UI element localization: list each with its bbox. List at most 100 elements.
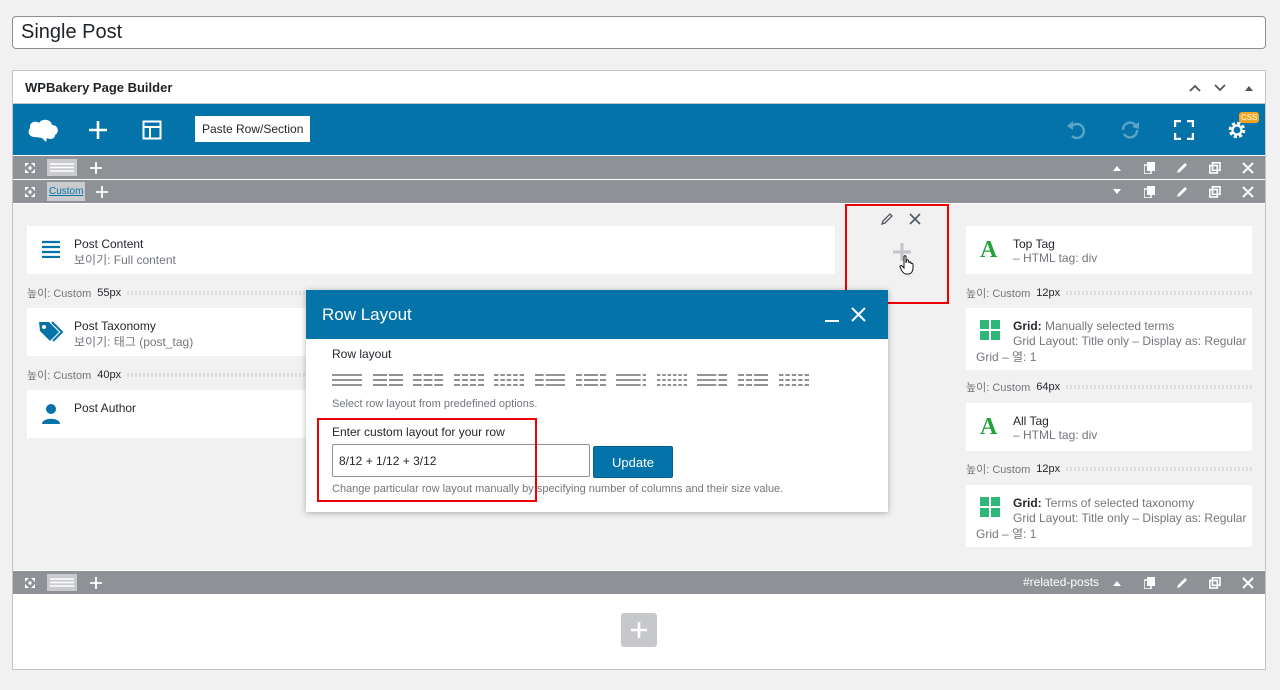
clone-row-icon[interactable]	[1204, 156, 1226, 179]
all-tag-element[interactable]: A All Tag – HTML tag: div	[966, 403, 1252, 451]
user-icon	[42, 403, 60, 430]
copy-inner-row-icon[interactable]	[1138, 180, 1160, 203]
inner-row-controls-bar: Custom	[13, 180, 1265, 203]
add-element-icon[interactable]	[78, 104, 118, 155]
add-column-icon[interactable]	[85, 156, 107, 179]
spacer-element[interactable]: 높이: Custom 12px	[966, 283, 1252, 303]
row-controls-bar	[13, 156, 1265, 179]
spacer-element[interactable]: 높이: Custom 64px	[966, 377, 1252, 397]
heading-a-icon: A	[980, 237, 998, 263]
templates-icon[interactable]	[132, 104, 172, 155]
copy-row-icon[interactable]	[1138, 156, 1160, 179]
element-title: Post Content	[74, 237, 144, 251]
element-subtitle: 보이기: Full content	[74, 253, 176, 267]
highlight-box-empty-column	[845, 204, 949, 304]
highlight-box-custom-layout	[317, 418, 537, 502]
element-title: Post Author	[74, 401, 137, 415]
layout-option-6[interactable]	[535, 373, 568, 387]
spacer-label: 높이: Custom	[966, 288, 1031, 300]
toggle-row-icon[interactable]	[1106, 571, 1128, 594]
modal-header: Row Layout	[306, 290, 888, 339]
move-down-icon[interactable]	[1210, 78, 1230, 98]
metabox-title: WPBakery Page Builder	[25, 80, 173, 95]
grid-element[interactable]: Grid: Terms of selected taxonomy Grid La…	[966, 485, 1252, 547]
element-title: Top Tag	[1013, 237, 1055, 251]
grid-element[interactable]: Grid: Manually selected terms Grid Layou…	[966, 308, 1252, 370]
move-up-icon[interactable]	[1185, 78, 1205, 98]
grid-title-bold: Grid:	[1013, 496, 1042, 510]
layout-option-1[interactable]	[332, 373, 365, 387]
edit-inner-row-icon[interactable]	[1171, 180, 1193, 203]
spacer-value: 12px	[1036, 287, 1061, 299]
clone-inner-row-icon[interactable]	[1204, 180, 1226, 203]
redo-icon[interactable]	[1110, 104, 1150, 155]
toggle-row-icon[interactable]	[1106, 156, 1128, 179]
layout-option-7[interactable]	[575, 373, 609, 387]
toggle-inner-row-icon[interactable]	[1106, 180, 1128, 203]
collapse-toggle-icon[interactable]	[1239, 78, 1259, 98]
update-button[interactable]: Update	[593, 446, 673, 478]
row-layout-toggle[interactable]	[47, 159, 77, 176]
add-element-button[interactable]	[621, 613, 657, 647]
custom-layout-chip[interactable]: Custom	[47, 182, 86, 201]
move-inner-row-icon[interactable]	[19, 180, 41, 203]
metabox-header: WPBakery Page Builder	[13, 71, 1265, 104]
move-row-icon[interactable]	[19, 571, 41, 594]
paste-row-button[interactable]: Paste Row/Section	[195, 116, 311, 142]
element-subtitle: Grid Layout: Title only – Display as: Re…	[1013, 511, 1247, 525]
spacer-label: 높이: Custom	[966, 464, 1031, 476]
element-subtitle: – HTML tag: div	[1013, 251, 1098, 265]
minimize-icon[interactable]	[824, 306, 840, 327]
grid-icon	[980, 320, 1000, 345]
clone-row-icon[interactable]	[1204, 571, 1226, 594]
grid-title-rest: Terms of selected taxonomy	[1044, 496, 1195, 510]
spacer-dots	[1066, 467, 1252, 471]
wpbakery-logo-icon[interactable]	[23, 104, 63, 155]
spacer-dots	[1066, 291, 1252, 295]
element-title: Grid: Manually selected terms	[1013, 319, 1174, 333]
edit-row-icon[interactable]	[1171, 156, 1193, 179]
right-column: A Top Tag – HTML tag: div 높이: Custom 12p…	[953, 204, 1265, 570]
spacer-dots	[1066, 385, 1252, 389]
related-row-controls-bar: #related-posts	[13, 571, 1265, 594]
layout-option-11[interactable]	[738, 373, 771, 387]
element-title: Post Taxonomy	[74, 319, 156, 333]
delete-inner-row-icon[interactable]	[1237, 180, 1259, 203]
layout-option-5[interactable]	[494, 373, 527, 387]
element-title: All Tag	[1013, 414, 1049, 428]
layout-option-9[interactable]	[656, 373, 690, 387]
close-icon[interactable]	[851, 307, 866, 327]
row-layout-label: Row layout	[332, 347, 392, 361]
element-subtitle: Grid – 열: 1	[976, 527, 1037, 541]
edit-row-icon[interactable]	[1171, 571, 1193, 594]
builder-toolbar: Paste Row/Section CSS	[13, 104, 1265, 155]
layout-option-10[interactable]	[697, 373, 730, 387]
grid-icon	[980, 497, 1000, 522]
spacer-value: 64px	[1036, 381, 1061, 393]
layout-option-2[interactable]	[372, 373, 406, 387]
grid-title-bold: Grid:	[1013, 319, 1042, 333]
spacer-label: 높이: Custom	[27, 370, 92, 382]
element-subtitle: 보이기: 태그 (post_tag)	[74, 335, 194, 349]
predefined-help-text: Select row layout from predefined option…	[332, 398, 538, 410]
add-column-icon[interactable]	[85, 571, 107, 594]
spacer-element[interactable]: 높이: Custom 12px	[966, 459, 1252, 479]
fullscreen-icon[interactable]	[1164, 104, 1204, 155]
delete-row-icon[interactable]	[1237, 571, 1259, 594]
post-title-input[interactable]: Single Post	[12, 16, 1266, 49]
layout-option-4[interactable]	[453, 373, 487, 387]
row-layout-modal: Row Layout Row layout Select row layout …	[306, 290, 888, 512]
layout-option-12[interactable]	[778, 373, 812, 387]
row-id-label: #related-posts	[1023, 575, 1100, 589]
row-layout-toggle[interactable]	[47, 574, 77, 591]
undo-icon[interactable]	[1057, 104, 1097, 155]
delete-row-icon[interactable]	[1237, 156, 1259, 179]
tag-icon	[38, 320, 64, 347]
copy-row-icon[interactable]	[1138, 571, 1160, 594]
layout-option-3[interactable]	[413, 373, 446, 387]
add-inner-column-icon[interactable]	[91, 180, 113, 203]
post-content-element[interactable]: Post Content 보이기: Full content	[27, 226, 835, 274]
top-tag-element[interactable]: A Top Tag – HTML tag: div	[966, 226, 1252, 274]
layout-option-8[interactable]	[616, 373, 649, 387]
move-row-icon[interactable]	[19, 156, 41, 179]
